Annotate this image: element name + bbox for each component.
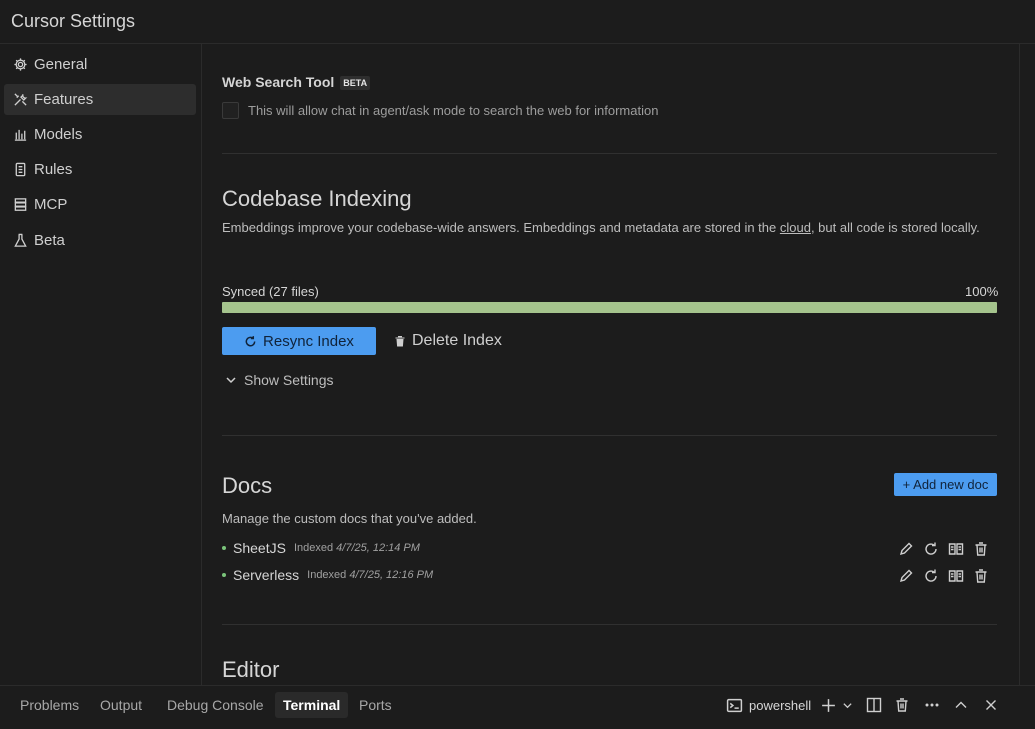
tab-problems[interactable]: Problems [12,692,87,718]
sidebar-item-label: Rules [34,161,73,178]
tab-output[interactable]: Output [92,692,150,718]
web-search-checkbox[interactable] [222,102,239,119]
plus-icon [822,698,835,712]
chevron-down-icon [843,702,852,708]
doc-indexed-meta: Indexed 4/7/25, 12:16 PM [307,569,433,581]
indexed-status-dot [222,546,226,550]
cloud-link[interactable]: cloud [780,220,811,235]
edit-icon[interactable] [897,540,915,558]
add-new-doc-button[interactable]: + Add new doc [894,473,997,496]
indexed-status-dot [222,573,226,577]
window-title: Cursor Settings [11,11,136,31]
trash-icon[interactable] [972,540,990,558]
sync-progress-bar [222,302,997,313]
edit-icon[interactable] [897,567,915,585]
tab-debug-console[interactable]: Debug Console [159,692,272,718]
trash-icon [896,698,908,712]
chevron-down-icon [226,377,236,384]
new-terminal-button[interactable] [820,692,837,718]
split-icon [866,697,882,713]
tab-terminal[interactable]: Terminal [275,692,349,718]
terminal-icon [726,698,743,712]
doc-name: SheetJS [233,540,286,556]
editor-heading: Editor [222,657,280,682]
sidebar-item-label: MCP [34,196,68,213]
split-terminal-button[interactable] [866,692,882,718]
doc-row-serverless: Serverless Indexed 4/7/25, 12:16 PM [222,567,433,583]
codebase-indexing-description: Embeddings improve your codebase-wide an… [222,217,1002,238]
settings-sidebar: General Features Models Rules MCP Beta [0,44,202,685]
book-icon[interactable] [947,540,965,558]
chevron-up-icon [955,701,967,708]
resync-index-button[interactable]: Resync Index [222,327,376,355]
bar-chart-icon [12,127,28,143]
delete-index-label: Delete Index [412,332,502,349]
settings-main: Web Search Tool BETA This will allow chat… [203,44,1019,685]
resync-index-label: Resync Index [263,332,354,350]
sidebar-item-features[interactable]: Features [4,84,196,115]
web-search-title: Web Search Tool BETA [222,74,371,91]
sidebar-item-label: Models [34,126,83,143]
title-bar: Cursor Settings [0,0,1035,44]
refresh-icon [245,335,256,346]
shell-name: powershell [749,697,812,713]
sync-status: Synced (27 files) [222,284,319,299]
sync-percent: 100% [965,284,999,299]
doc-actions-serverless [897,567,990,585]
beta-badge: BETA [340,76,371,91]
web-search-title-text: Web Search Tool [222,74,335,90]
doc-name: Serverless [233,567,300,583]
document-icon [12,162,28,178]
docs-description: Manage the custom docs that you've added… [222,511,477,526]
sidebar-item-label: Features [34,91,94,108]
refresh-icon[interactable] [922,540,940,558]
doc-indexed-meta: Indexed 4/7/25, 12:14 PM [294,542,420,554]
doc-indexed-label: Indexed [293,542,334,554]
settings-scrollbar[interactable] [1019,44,1035,685]
sidebar-item-mcp[interactable]: MCP [4,189,196,220]
doc-indexed-date: 4/7/25, 12:14 PM [336,542,420,554]
show-settings-toggle[interactable]: Show Settings [225,372,334,388]
terminal-shell-selector[interactable]: powershell [726,692,811,718]
sidebar-item-models[interactable]: Models [4,119,196,150]
doc-indexed-label: Indexed [307,569,347,581]
close-panel-button[interactable] [983,692,999,718]
divider [222,435,997,436]
docs-heading: Docs [222,473,273,498]
close-icon [986,700,996,710]
sidebar-item-rules[interactable]: Rules [4,154,196,185]
ellipsis-icon [925,703,939,707]
description-text: , but all code is stored locally. [810,220,980,235]
trash-icon [395,336,405,347]
divider [222,153,997,154]
sidebar-item-label: General [34,56,88,73]
doc-row-sheetjs: SheetJS Indexed 4/7/25, 12:14 PM [222,540,420,556]
show-settings-label: Show Settings [244,372,334,388]
more-actions-button[interactable] [924,692,940,718]
tab-ports[interactable]: Ports [351,692,400,718]
divider [222,624,997,625]
kill-terminal-button[interactable] [894,692,910,718]
book-icon[interactable] [947,567,965,585]
sidebar-item-beta[interactable]: Beta [4,225,196,256]
doc-actions-sheetjs [897,540,990,558]
terminal-dropdown-button[interactable] [842,692,853,718]
trash-icon[interactable] [972,567,990,585]
panel-tab-bar: Problems Output Debug Console Terminal P… [0,685,1035,729]
delete-index-button[interactable]: Delete Index [394,332,502,350]
codebase-indexing-heading: Codebase Indexing [222,186,412,211]
flask-icon [12,233,28,249]
sidebar-item-general[interactable]: General [4,49,196,80]
refresh-icon[interactable] [922,567,940,585]
tools-icon [12,92,28,108]
web-search-checkbox-label: This will allow chat in agent/ask mode t… [248,103,659,118]
description-text: Embeddings improve your codebase-wide an… [222,220,780,235]
doc-indexed-date: 4/7/25, 12:16 PM [349,569,434,581]
maximize-panel-button[interactable] [953,692,969,718]
gear-icon [12,57,28,73]
server-icon [12,197,28,213]
sidebar-item-label: Beta [34,232,65,249]
